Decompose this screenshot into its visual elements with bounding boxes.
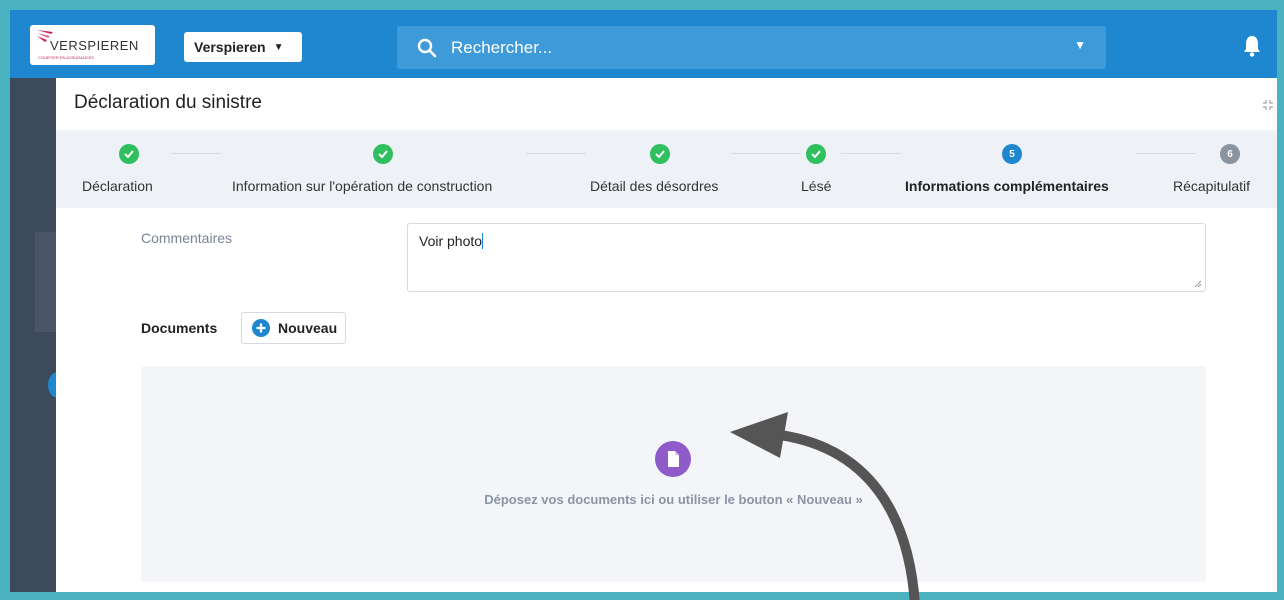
file-icon — [655, 441, 691, 477]
step-number-badge: 5 — [1002, 144, 1022, 164]
step-label: Déclaration — [82, 178, 153, 194]
app-window: VERSPIEREN COURTIER EN ASSURANCES Verspi… — [10, 10, 1277, 592]
step-label: Lésé — [801, 178, 832, 194]
comments-label: Commentaires — [141, 230, 233, 246]
check-icon — [806, 144, 826, 164]
bell-icon[interactable] — [1243, 35, 1261, 57]
check-icon — [373, 144, 393, 164]
step-connector — [171, 153, 221, 154]
step-label: Information sur l'opération de construct… — [232, 178, 493, 194]
company-select[interactable]: Verspieren ▼ — [184, 32, 302, 62]
documents-label: Documents — [141, 320, 218, 336]
dropzone-hint: Déposez vos documents ici ou utiliser le… — [484, 492, 863, 507]
plus-circle-icon — [252, 319, 270, 337]
logo-text: VERSPIEREN — [50, 38, 139, 53]
logo-subtext: COURTIER EN ASSURANCES — [38, 55, 94, 60]
step-connector — [841, 153, 901, 154]
check-icon — [119, 144, 139, 164]
company-select-value: Verspieren — [194, 39, 266, 55]
step-connector — [526, 153, 586, 154]
step-connector — [731, 153, 801, 154]
new-button-label: Nouveau — [278, 320, 338, 336]
modal-header: Déclaration du sinistre — [56, 78, 1277, 130]
search-dropdown-icon[interactable]: ▼ — [1074, 38, 1086, 52]
step-number-badge: 6 — [1220, 144, 1240, 164]
check-icon — [650, 144, 670, 164]
resize-grip-icon[interactable] — [1194, 280, 1202, 288]
search-icon — [417, 38, 437, 57]
claim-declaration-modal: Déclaration du sinistre Déclaration Info… — [56, 78, 1277, 592]
step-label: Détail des désordres — [590, 178, 719, 194]
step-label: Informations complémentaires — [905, 178, 1109, 194]
step-label: Récapitulatif — [1173, 178, 1251, 194]
collapse-icon[interactable] — [1262, 99, 1274, 111]
wizard-stepper: Déclaration Information sur l'opération … — [56, 130, 1277, 208]
comments-textarea[interactable]: Voir photo — [407, 223, 1206, 292]
step-connector — [1136, 153, 1196, 154]
arrow-annotation — [730, 412, 920, 600]
search-bar[interactable]: Rechercher... ▼ — [397, 26, 1106, 69]
chevron-down-icon: ▼ — [273, 41, 284, 53]
background-panel — [35, 232, 57, 332]
new-document-button[interactable]: Nouveau — [241, 312, 346, 344]
document-dropzone[interactable]: Déposez vos documents ici ou utiliser le… — [141, 366, 1206, 582]
brand-logo[interactable]: VERSPIEREN COURTIER EN ASSURANCES — [30, 25, 155, 65]
comments-value: Voir photo — [419, 233, 483, 249]
modal-title: Déclaration du sinistre — [74, 92, 262, 113]
text-cursor — [482, 233, 484, 249]
top-bar: VERSPIEREN COURTIER EN ASSURANCES Verspi… — [10, 10, 1277, 78]
search-input[interactable]: Rechercher... — [451, 38, 552, 58]
